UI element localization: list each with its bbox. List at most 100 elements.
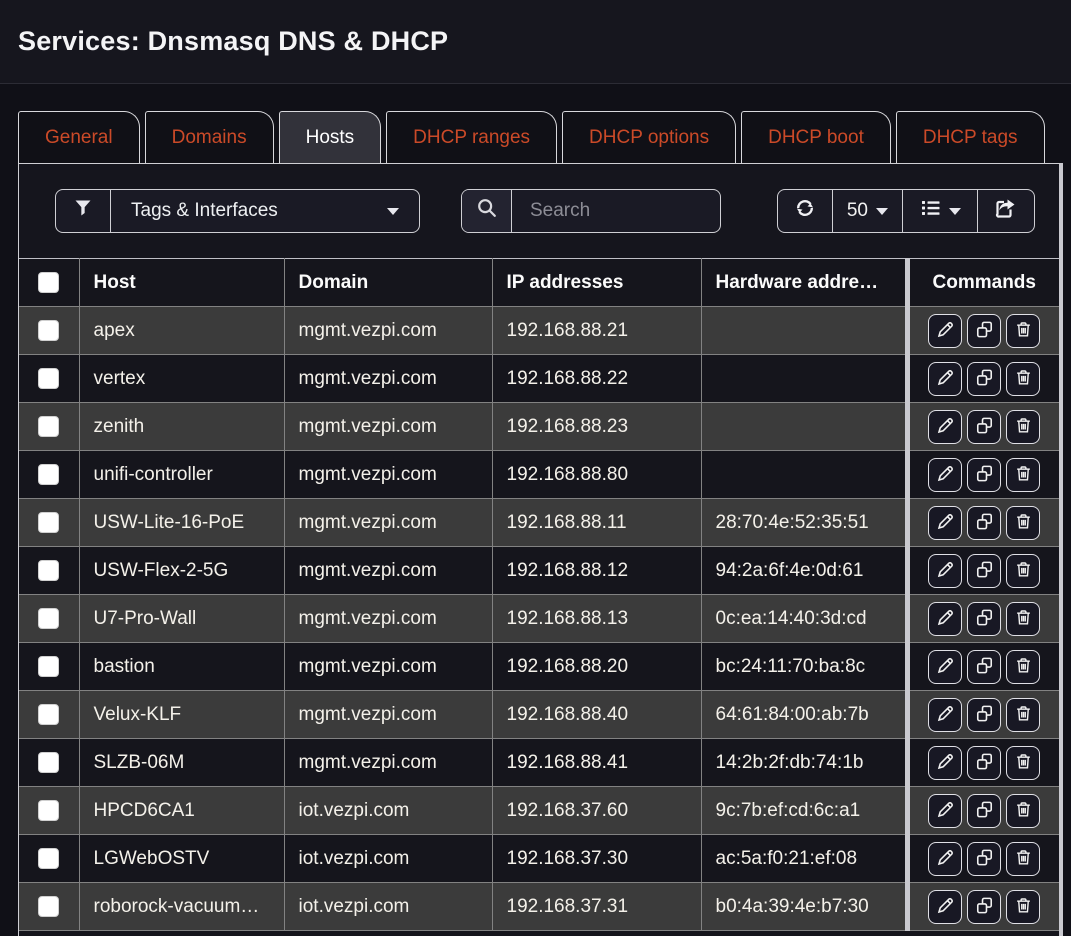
edit-button[interactable] bbox=[928, 314, 962, 348]
page-size-button[interactable]: 50 bbox=[832, 190, 902, 232]
export-button[interactable] bbox=[977, 190, 1034, 232]
filter-select[interactable]: Tags & Interfaces bbox=[110, 190, 419, 232]
filter-button[interactable] bbox=[56, 190, 110, 232]
table-row: apex mgmt.vezpi.com 192.168.88.21 bbox=[19, 307, 1059, 355]
cell-host: USW-Flex-2-5G bbox=[79, 547, 284, 595]
row-checkbox[interactable] bbox=[38, 704, 59, 725]
row-commands bbox=[924, 746, 1046, 780]
edit-button[interactable] bbox=[928, 506, 962, 540]
copy-button[interactable] bbox=[967, 314, 1001, 348]
edit-button[interactable] bbox=[928, 746, 962, 780]
tab-dhcp-tags[interactable]: DHCP tags bbox=[896, 111, 1045, 163]
cell-hardware-address bbox=[701, 451, 907, 499]
search-input[interactable] bbox=[512, 190, 720, 232]
refresh-button[interactable] bbox=[778, 190, 832, 232]
pencil-icon bbox=[936, 560, 955, 582]
copy-button[interactable] bbox=[967, 458, 1001, 492]
row-commands bbox=[924, 458, 1046, 492]
tab-label: DHCP boot bbox=[768, 127, 864, 149]
trash-icon bbox=[1014, 464, 1033, 486]
delete-button[interactable] bbox=[1006, 746, 1040, 780]
search-button[interactable] bbox=[462, 190, 512, 232]
delete-button[interactable] bbox=[1006, 602, 1040, 636]
edit-button[interactable] bbox=[928, 410, 962, 444]
edit-button[interactable] bbox=[928, 698, 962, 732]
row-checkbox[interactable] bbox=[38, 752, 59, 773]
edit-button[interactable] bbox=[928, 458, 962, 492]
delete-button[interactable] bbox=[1006, 410, 1040, 444]
copy-icon bbox=[975, 560, 994, 582]
row-checkbox[interactable] bbox=[38, 656, 59, 677]
select-all-checkbox[interactable] bbox=[38, 272, 59, 293]
delete-button[interactable] bbox=[1006, 842, 1040, 876]
copy-button[interactable] bbox=[967, 410, 1001, 444]
edit-button[interactable] bbox=[928, 602, 962, 636]
copy-button[interactable] bbox=[967, 506, 1001, 540]
cell-domain: iot.vezpi.com bbox=[284, 787, 492, 835]
copy-button[interactable] bbox=[967, 650, 1001, 684]
delete-button[interactable] bbox=[1006, 506, 1040, 540]
copy-button[interactable] bbox=[967, 890, 1001, 924]
edit-button[interactable] bbox=[928, 890, 962, 924]
copy-button[interactable] bbox=[967, 602, 1001, 636]
cell-ip-addresses: 192.168.88.12 bbox=[492, 547, 701, 595]
page-size-value: 50 bbox=[847, 200, 868, 222]
row-checkbox[interactable] bbox=[38, 320, 59, 341]
copy-button[interactable] bbox=[967, 746, 1001, 780]
row-checkbox[interactable] bbox=[38, 608, 59, 629]
pencil-icon bbox=[936, 608, 955, 630]
edit-button[interactable] bbox=[928, 362, 962, 396]
tab-label: DHCP tags bbox=[923, 127, 1018, 149]
row-checkbox[interactable] bbox=[38, 848, 59, 869]
delete-button[interactable] bbox=[1006, 698, 1040, 732]
copy-button[interactable] bbox=[967, 842, 1001, 876]
tab-hosts[interactable]: Hosts bbox=[279, 111, 382, 163]
col-header-host[interactable]: Host bbox=[79, 259, 284, 307]
copy-button[interactable] bbox=[967, 362, 1001, 396]
edit-button[interactable] bbox=[928, 554, 962, 588]
tab-domains[interactable]: Domains bbox=[145, 111, 274, 163]
pencil-icon bbox=[936, 800, 955, 822]
page-title: Services: Dnsmasq DNS & DHCP bbox=[18, 26, 448, 57]
col-header-hardware-address[interactable]: Hardware addre… bbox=[701, 259, 907, 307]
col-header-domain[interactable]: Domain bbox=[284, 259, 492, 307]
edit-button[interactable] bbox=[928, 842, 962, 876]
copy-button[interactable] bbox=[967, 698, 1001, 732]
copy-icon bbox=[975, 848, 994, 870]
row-checkbox[interactable] bbox=[38, 896, 59, 917]
tab-dhcp-boot[interactable]: DHCP boot bbox=[741, 111, 891, 163]
row-checkbox[interactable] bbox=[38, 464, 59, 485]
delete-button[interactable] bbox=[1006, 890, 1040, 924]
cell-ip-addresses: 192.168.88.23 bbox=[492, 403, 701, 451]
cell-host: unifi-controller bbox=[79, 451, 284, 499]
delete-button[interactable] bbox=[1006, 362, 1040, 396]
table-row: USW-Flex-2-5G mgmt.vezpi.com 192.168.88.… bbox=[19, 547, 1059, 595]
copy-button[interactable] bbox=[967, 554, 1001, 588]
row-checkbox[interactable] bbox=[38, 416, 59, 437]
delete-button[interactable] bbox=[1006, 554, 1040, 588]
edit-button[interactable] bbox=[928, 650, 962, 684]
delete-button[interactable] bbox=[1006, 314, 1040, 348]
copy-button[interactable] bbox=[967, 794, 1001, 828]
cell-ip-addresses: 192.168.88.41 bbox=[492, 739, 701, 787]
row-checkbox[interactable] bbox=[38, 368, 59, 389]
delete-button[interactable] bbox=[1006, 458, 1040, 492]
columns-button[interactable] bbox=[902, 190, 977, 232]
col-header-ip[interactable]: IP addresses bbox=[492, 259, 701, 307]
tab-dhcp-options[interactable]: DHCP options bbox=[562, 111, 736, 163]
pencil-icon bbox=[936, 752, 955, 774]
cell-hardware-address bbox=[701, 355, 907, 403]
tab-label: Domains bbox=[172, 127, 247, 149]
row-checkbox[interactable] bbox=[38, 560, 59, 581]
share-square-icon bbox=[994, 196, 1018, 226]
cell-hardware-address: b0:4a:39:4e:b7:30 bbox=[701, 883, 907, 931]
delete-button[interactable] bbox=[1006, 650, 1040, 684]
tab-general[interactable]: General bbox=[18, 111, 140, 163]
row-checkbox[interactable] bbox=[38, 512, 59, 533]
cell-ip-addresses: 192.168.88.22 bbox=[492, 355, 701, 403]
copy-icon bbox=[975, 464, 994, 486]
edit-button[interactable] bbox=[928, 794, 962, 828]
delete-button[interactable] bbox=[1006, 794, 1040, 828]
row-checkbox[interactable] bbox=[38, 800, 59, 821]
tab-dhcp-ranges[interactable]: DHCP ranges bbox=[386, 111, 557, 163]
